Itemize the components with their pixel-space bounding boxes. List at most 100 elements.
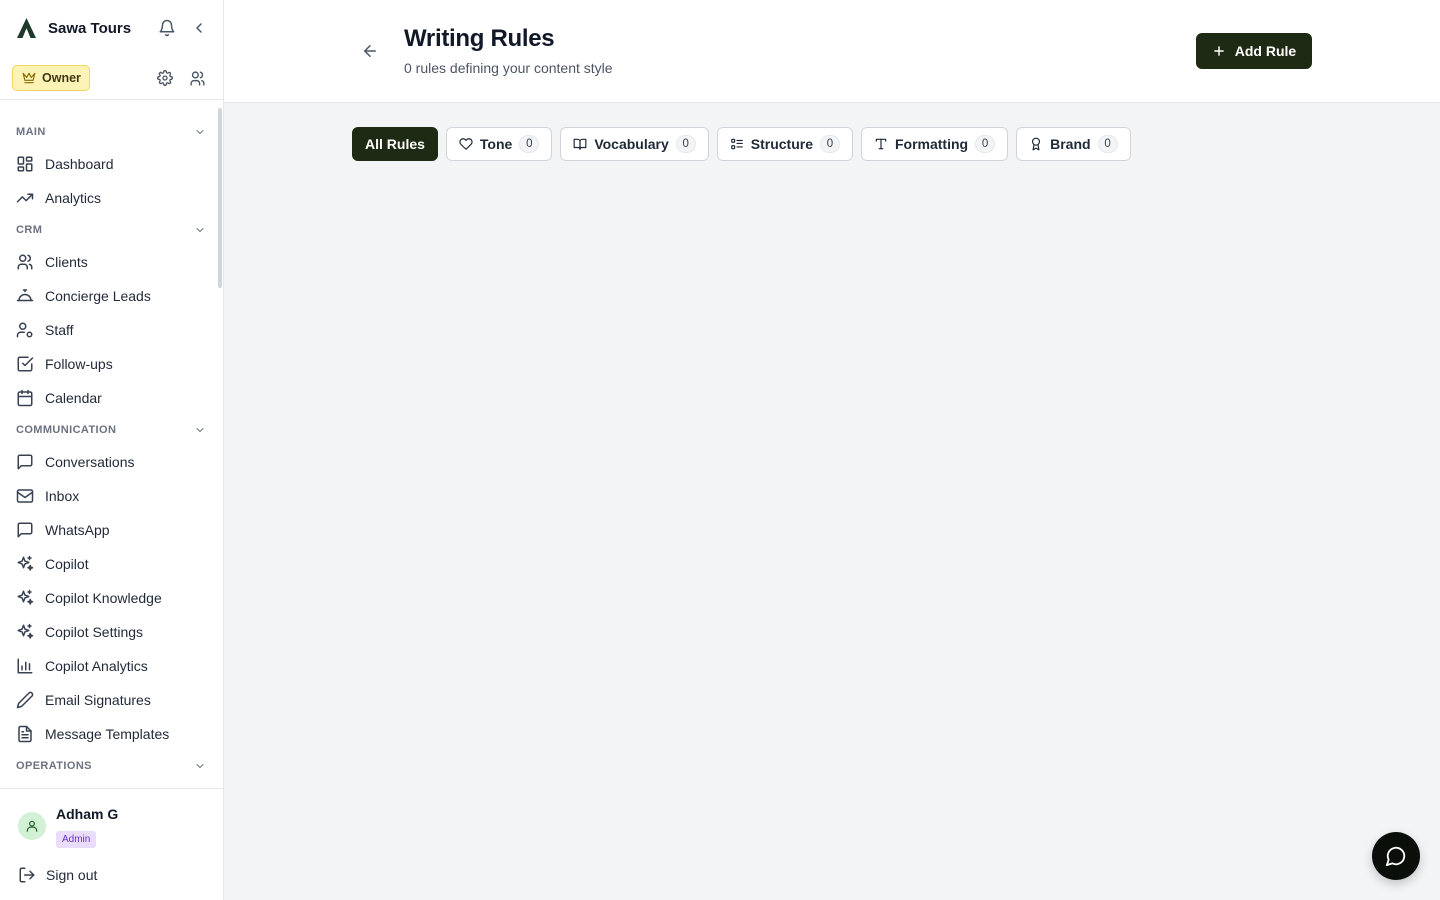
sidebar-item-conversations[interactable]: Conversations xyxy=(8,447,208,477)
page-subtitle: 0 rules defining your content style xyxy=(404,60,613,76)
avatar[interactable] xyxy=(18,812,46,840)
check-square-icon xyxy=(16,355,34,373)
sidebar-item-calendar[interactable]: Calendar xyxy=(8,383,208,413)
sidebar-item-label: WhatsApp xyxy=(45,522,110,538)
file-text-icon xyxy=(16,725,34,743)
tab-formatting[interactable]: Formatting 0 xyxy=(860,127,1009,161)
role-row: Owner xyxy=(0,56,223,100)
tab-all-rules[interactable]: All Rules xyxy=(352,127,438,161)
sidebar-item-label: Clients xyxy=(45,254,88,270)
tab-brand[interactable]: Brand 0 xyxy=(1016,127,1131,161)
sidebar-item-label: Email Signatures xyxy=(45,692,151,708)
admin-badge: Admin xyxy=(56,831,97,848)
sidebar-item-email-signatures[interactable]: Email Signatures xyxy=(8,685,208,715)
sidebar-item-label: Follow-ups xyxy=(45,356,113,372)
trending-up-icon xyxy=(16,189,34,207)
text-type-icon xyxy=(874,137,888,151)
tab-structure[interactable]: Structure 0 xyxy=(716,127,853,161)
list-icon xyxy=(730,137,744,151)
brand-name: Sawa Tours xyxy=(48,19,132,37)
sidebar-item-analytics[interactable]: Analytics xyxy=(8,183,208,213)
tab-vocabulary[interactable]: Vocabulary 0 xyxy=(560,127,709,161)
chevron-down-icon xyxy=(194,126,206,138)
heart-icon xyxy=(459,137,473,151)
sidebar-item-label: Copilot Knowledge xyxy=(45,590,162,606)
sidebar-item-dashboard[interactable]: Dashboard xyxy=(8,149,208,179)
bell-icon[interactable] xyxy=(155,16,179,40)
section-crm[interactable]: CRM xyxy=(16,220,206,240)
add-rule-button[interactable]: Add Rule xyxy=(1196,33,1312,69)
sign-out-button[interactable]: Sign out xyxy=(18,864,97,886)
tab-count: 0 xyxy=(1097,135,1118,153)
sidebar-item-clients[interactable]: Clients xyxy=(8,247,208,277)
message-square-icon xyxy=(16,453,34,471)
sidebar-item-label: Copilot xyxy=(45,556,89,572)
user-area: Adham G Admin Sign out xyxy=(0,788,223,900)
section-communication-label: COMMUNICATION xyxy=(16,424,117,436)
sidebar-item-label: Dashboard xyxy=(45,156,114,172)
section-communication[interactable]: COMMUNICATION xyxy=(16,420,206,440)
chat-icon xyxy=(1385,846,1406,867)
users-icon xyxy=(16,253,34,271)
sidebar-nav: MAIN Dashboard Analytics CRM Clients Con… xyxy=(0,100,216,788)
sidebar-item-label: Copilot Settings xyxy=(45,624,144,640)
tab-count: 0 xyxy=(819,135,840,153)
brand[interactable]: Sawa Tours xyxy=(16,16,131,40)
chevron-down-icon xyxy=(194,760,206,772)
award-icon xyxy=(1029,137,1043,151)
sidebar: Sawa Tours Owner MAIN Dashboard Analytic… xyxy=(0,0,224,900)
sidebar-item-label: Inbox xyxy=(45,488,80,504)
sidebar-item-staff[interactable]: Staff xyxy=(8,315,208,345)
owner-label: Owner xyxy=(42,71,81,85)
back-button[interactable] xyxy=(358,39,382,63)
tab-label: Structure xyxy=(750,136,813,152)
tab-count: 0 xyxy=(675,135,696,153)
sidebar-item-label: Analytics xyxy=(45,190,102,206)
sidebar-item-label: Copilot Analytics xyxy=(45,658,148,674)
sidebar-item-label: Staff xyxy=(45,322,74,338)
sign-out-icon xyxy=(18,866,36,884)
chevron-down-icon xyxy=(194,424,206,436)
section-operations[interactable]: OPERATIONS xyxy=(16,756,206,776)
sidebar-item-copilot[interactable]: Copilot xyxy=(8,549,208,579)
chat-button[interactable] xyxy=(1372,832,1420,880)
tab-count: 0 xyxy=(975,135,996,153)
rule-category-tabs: All Rules Tone 0 Vocabulary 0 Structure … xyxy=(352,127,1131,161)
settings-icon[interactable] xyxy=(153,66,177,90)
sparkles-icon xyxy=(16,555,34,573)
sidebar-item-follow-ups[interactable]: Follow-ups xyxy=(8,349,208,379)
sidebar-item-whatsapp[interactable]: WhatsApp xyxy=(8,515,208,545)
book-open-icon xyxy=(573,137,587,151)
logo-icon xyxy=(16,17,37,39)
sidebar-item-inbox[interactable]: Inbox xyxy=(8,481,208,511)
chevron-down-icon xyxy=(194,224,206,236)
sidebar-item-copilot-knowledge[interactable]: Copilot Knowledge xyxy=(8,583,208,613)
tab-tone[interactable]: Tone 0 xyxy=(445,127,553,161)
sparkles-icon xyxy=(16,589,34,607)
tab-label: Formatting xyxy=(894,136,969,152)
section-main[interactable]: MAIN xyxy=(16,122,206,142)
back-arrow-icon xyxy=(364,45,376,57)
section-crm-label: CRM xyxy=(16,224,43,236)
add-rule-label: Add Rule xyxy=(1234,43,1297,59)
pen-icon xyxy=(16,691,34,709)
sidebar-item-copilot-analytics[interactable]: Copilot Analytics xyxy=(8,651,208,681)
users-icon[interactable] xyxy=(185,66,209,90)
sidebar-scrollbar[interactable] xyxy=(218,108,222,288)
collapse-sidebar-icon[interactable] xyxy=(187,16,211,40)
sidebar-item-message-templates[interactable]: Message Templates xyxy=(8,719,208,749)
tab-label: Brand xyxy=(1050,136,1091,152)
page-header: Writing Rules 0 rules defining your cont… xyxy=(224,0,1440,103)
plus-icon xyxy=(1212,44,1226,58)
tab-label: All Rules xyxy=(365,136,425,152)
user-icon xyxy=(26,820,38,832)
sidebar-item-label: Concierge Leads xyxy=(45,288,151,304)
user-cog-icon xyxy=(16,321,34,339)
user-name: Adham G xyxy=(56,806,119,822)
sidebar-item-label: Message Templates xyxy=(45,726,170,742)
calendar-icon xyxy=(16,389,34,407)
sidebar-item-concierge-leads[interactable]: Concierge Leads xyxy=(8,281,208,311)
sidebar-item-copilot-settings[interactable]: Copilot Settings xyxy=(8,617,208,647)
tab-count: 0 xyxy=(519,135,540,153)
sign-out-label: Sign out xyxy=(46,867,98,883)
